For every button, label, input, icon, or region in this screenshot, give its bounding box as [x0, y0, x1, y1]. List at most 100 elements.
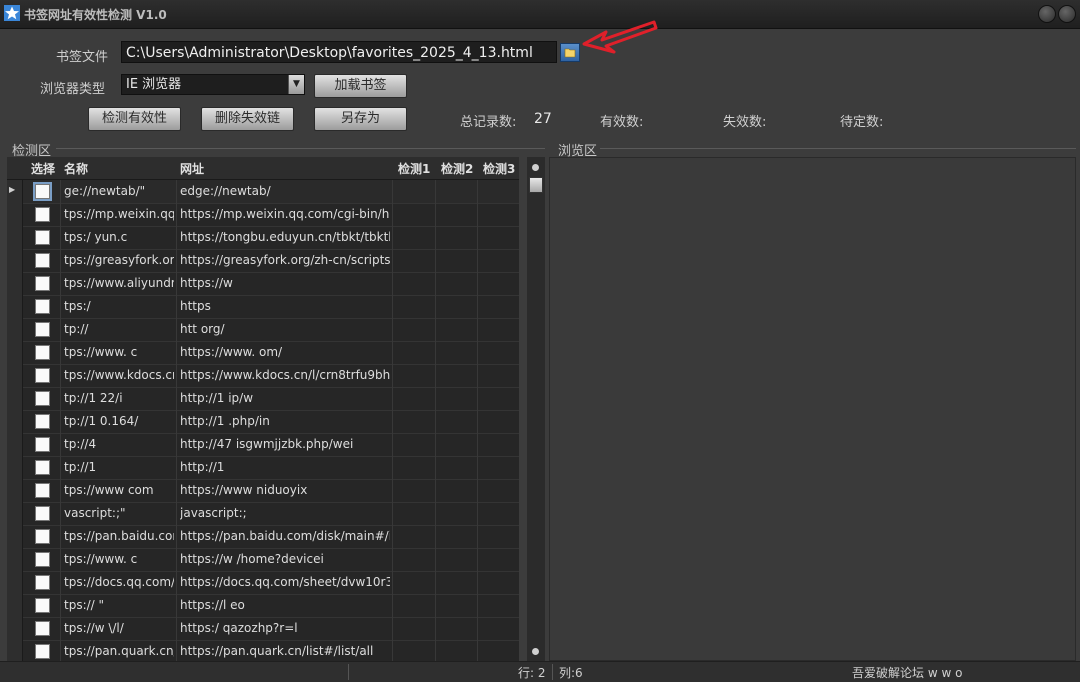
row-header[interactable] — [7, 410, 23, 433]
browser-type-select[interactable]: IE 浏览器 ▼ — [121, 74, 305, 95]
row-select-checkbox[interactable] — [35, 644, 50, 659]
cell-name[interactable]: tp://1 0.164/ — [64, 414, 174, 428]
row-select-checkbox[interactable] — [35, 253, 50, 268]
column-header-name[interactable]: 名称 — [64, 160, 88, 177]
row-select-checkbox[interactable] — [35, 276, 50, 291]
cell-url[interactable]: https://docs.qq.com/sheet/dvw10r3nna1jc — [180, 575, 390, 589]
table-row[interactable]: tps://www.kdocs.cn/l/https://www.kdocs.c… — [7, 364, 519, 388]
table-row[interactable]: tps://mp.weixin.qq.co https://mp.weixin.q… — [7, 203, 519, 227]
cell-name[interactable]: tp://4 — [64, 437, 174, 451]
table-row[interactable]: tps://docs.qq.com/she https://docs.qq.com… — [7, 571, 519, 595]
row-header[interactable] — [7, 272, 23, 295]
row-header[interactable] — [7, 226, 23, 249]
row-select-checkbox[interactable] — [35, 437, 50, 452]
cell-url[interactable]: https://l eo — [180, 598, 390, 612]
row-header[interactable]: ▶ — [7, 180, 23, 203]
table-row[interactable]: tps://www.aliyundrive https://w — [7, 272, 519, 296]
row-select-checkbox[interactable] — [35, 621, 50, 636]
row-header[interactable] — [7, 548, 23, 571]
cell-url[interactable]: htt org/ — [180, 322, 390, 336]
save-as-button[interactable]: 另存为 — [314, 107, 407, 131]
row-header[interactable] — [7, 617, 23, 640]
cell-url[interactable]: https://www.kdocs.cn/l/crn8trfu9bhv — [180, 368, 390, 382]
bookmark-file-input[interactable]: C:\Users\Administrator\Desktop\favorites… — [121, 41, 557, 63]
cell-name[interactable]: tps://docs.qq.com/she — [64, 575, 174, 589]
cell-url[interactable]: edge://newtab/ — [180, 184, 390, 198]
browse-file-button[interactable] — [560, 43, 580, 62]
cell-url[interactable]: https://www. om/ — [180, 345, 390, 359]
table-row[interactable]: tp://1 http://1 — [7, 456, 519, 480]
table-row[interactable]: tps:/ yun.c https://tongbu.eduyun.cn/tbkt… — [7, 226, 519, 250]
table-row[interactable]: tps://pan.quark.cn/list https://pan.quark… — [7, 640, 519, 661]
column-header-check1[interactable]: 检测1 — [398, 160, 430, 177]
cell-url[interactable]: https://pan.quark.cn/list#/list/all — [180, 644, 390, 658]
column-header-select[interactable]: 选择 — [31, 160, 55, 177]
table-row[interactable]: tps://www com https://www niduoyix — [7, 479, 519, 503]
row-select-checkbox[interactable] — [35, 391, 50, 406]
table-row[interactable]: tp:// htt org/ — [7, 318, 519, 342]
row-select-checkbox[interactable] — [35, 207, 50, 222]
row-header[interactable] — [7, 387, 23, 410]
cell-name[interactable]: tps://www.kdocs.cn/l/ — [64, 368, 174, 382]
row-select-checkbox[interactable] — [35, 322, 50, 337]
cell-name[interactable]: tp://1 22/i — [64, 391, 174, 405]
table-row[interactable]: tps:/ https — [7, 295, 519, 319]
cell-name[interactable]: tps://greasyfork.org/z — [64, 253, 174, 267]
table-row[interactable]: ▶ ge://newtab/" edge://newtab/ — [7, 180, 519, 204]
row-select-checkbox[interactable] — [35, 299, 50, 314]
close-button[interactable] — [1058, 5, 1076, 23]
cell-url[interactable]: http://1 ip/w — [180, 391, 390, 405]
check-validity-button[interactable]: 检测有效性 — [88, 107, 181, 131]
column-header-check3[interactable]: 检测3 — [483, 160, 515, 177]
table-row[interactable]: tp://4 http://47 isgwmjjzbk.php/wei — [7, 433, 519, 457]
table-row[interactable]: vascript:;" javascript:; — [7, 502, 519, 526]
cell-name[interactable]: tp:// — [64, 322, 174, 336]
cell-url[interactable]: https — [180, 299, 390, 313]
row-header[interactable] — [7, 594, 23, 617]
row-header[interactable] — [7, 249, 23, 272]
row-select-checkbox[interactable] — [35, 598, 50, 613]
row-header[interactable] — [7, 571, 23, 594]
grid-vertical-scrollbar[interactable] — [527, 157, 545, 661]
cell-name[interactable]: tps://www.aliyundrive — [64, 276, 174, 290]
row-header[interactable] — [7, 479, 23, 502]
delete-invalid-button[interactable]: 删除失效链 — [201, 107, 294, 131]
cell-url[interactable]: http://47 isgwmjjzbk.php/wei — [180, 437, 390, 451]
row-select-checkbox[interactable] — [35, 345, 50, 360]
cell-name[interactable]: tp://1 — [64, 460, 174, 474]
minimize-button[interactable] — [1038, 5, 1056, 23]
bookmark-grid[interactable]: 选择 名称 网址 检测1 检测2 检测3 ▶ ge://newtab/" edge:… — [7, 157, 519, 661]
cell-url[interactable]: https://w — [180, 276, 390, 290]
cell-url[interactable]: https://greasyfork.org/zh-cn/scripts/492… — [180, 253, 390, 267]
row-select-checkbox[interactable] — [35, 575, 50, 590]
browse-area-panel[interactable] — [549, 157, 1076, 661]
row-header[interactable] — [7, 433, 23, 456]
row-header[interactable] — [7, 502, 23, 525]
row-select-checkbox[interactable] — [35, 368, 50, 383]
row-header[interactable] — [7, 456, 23, 479]
row-select-checkbox[interactable] — [35, 230, 50, 245]
cell-name[interactable]: tps://mp.weixin.qq.co — [64, 207, 174, 221]
cell-name[interactable]: tps:// " — [64, 598, 174, 612]
scroll-up-icon[interactable] — [532, 164, 539, 171]
cell-url[interactable]: https://w /home?devicei — [180, 552, 390, 566]
cell-url[interactable]: https://mp.weixin.qq.com/cgi-bin/home?t — [180, 207, 390, 221]
row-select-checkbox[interactable] — [35, 506, 50, 521]
row-select-checkbox[interactable] — [33, 182, 52, 201]
row-header[interactable] — [7, 318, 23, 341]
row-header[interactable] — [7, 364, 23, 387]
row-header[interactable] — [7, 341, 23, 364]
table-row[interactable]: tp://1 22/i http://1 ip/w — [7, 387, 519, 411]
cell-url[interactable]: http://1 .php/in — [180, 414, 390, 428]
cell-url[interactable]: javascript:; — [180, 506, 390, 520]
table-row[interactable]: tp://1 0.164/http://1 .php/in — [7, 410, 519, 434]
row-header[interactable] — [7, 640, 23, 661]
cell-name[interactable]: tps:/ — [64, 299, 174, 313]
table-row[interactable]: tps://www. c https://www. om/ — [7, 341, 519, 365]
table-row[interactable]: tps:// " https://l eo — [7, 594, 519, 618]
cell-name[interactable]: ge://newtab/" — [64, 184, 174, 198]
cell-name[interactable]: tps://www. c — [64, 552, 174, 566]
row-select-checkbox[interactable] — [35, 460, 50, 475]
cell-name[interactable]: tps://pan.baidu.com/d — [64, 529, 174, 543]
cell-url[interactable]: https://pan.baidu.com/disk/main#/index? — [180, 529, 390, 543]
